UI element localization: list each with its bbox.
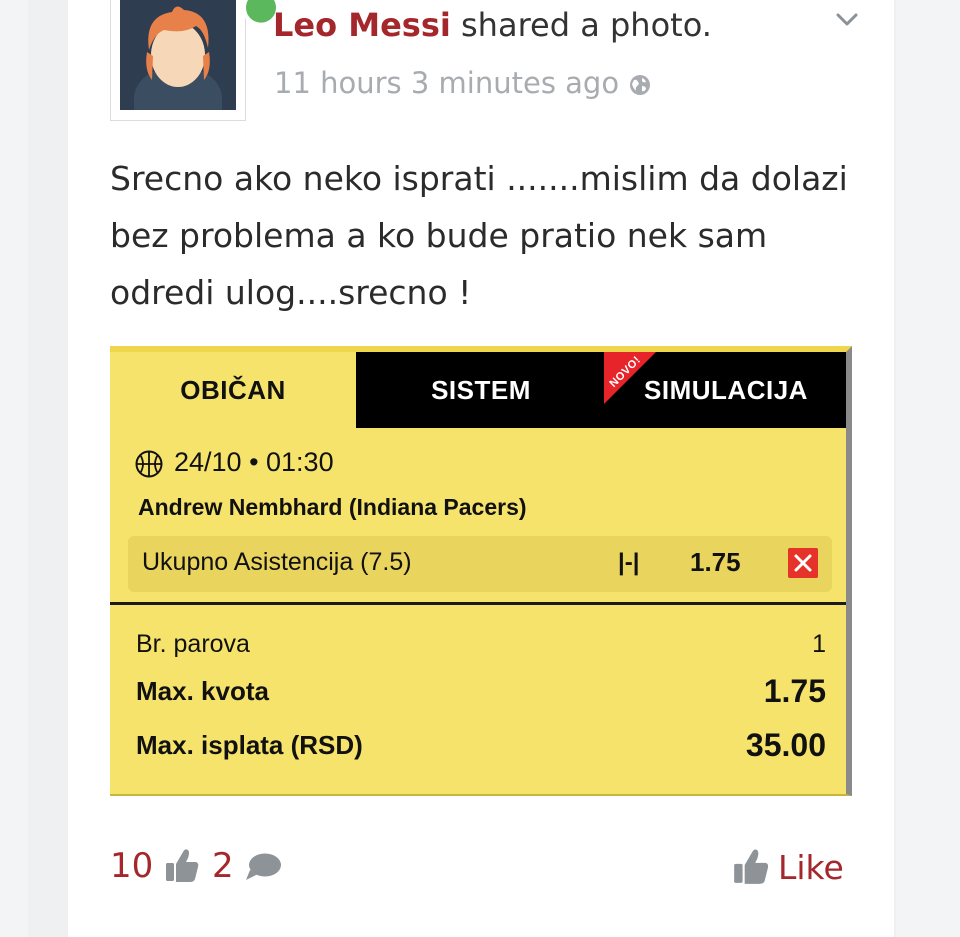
max-odd-value: 1.75 bbox=[763, 673, 826, 709]
tab-sistem[interactable]: SISTEM bbox=[356, 352, 606, 428]
thumbs-up-icon bbox=[734, 849, 769, 884]
page-gutter-left bbox=[0, 0, 28, 937]
thumbs-up-icon bbox=[166, 849, 199, 882]
like-button[interactable]: Like bbox=[732, 844, 844, 888]
author-name[interactable]: Leo Messi bbox=[273, 6, 451, 44]
likes-count[interactable]: 10 bbox=[110, 846, 153, 886]
pick-odd: 1.75 bbox=[690, 547, 741, 577]
pairs-label: Br. parova bbox=[136, 630, 250, 658]
comments-count[interactable]: 2 bbox=[212, 846, 234, 886]
avatar[interactable] bbox=[120, 0, 236, 110]
max-payout-label: Max. isplata (RSD) bbox=[136, 730, 363, 760]
slip-tabs: OBIČAN SISTEM SIMULACIJA NOVO! bbox=[110, 352, 846, 428]
page-gutter-right bbox=[896, 0, 960, 937]
pairs-value: 1 bbox=[812, 630, 826, 658]
post-card: Leo Messi shared a photo. 11 hours 3 min… bbox=[68, 0, 894, 937]
pick-row: Ukupno Asistencija (7.5) |-| 1.75 bbox=[128, 536, 832, 592]
event-datetime: 24/10 • 01:30 bbox=[174, 447, 334, 477]
globe-icon bbox=[630, 75, 650, 95]
event-player: Andrew Nembhard (Indiana Pacers) bbox=[138, 494, 527, 520]
max-payout-value: 35.00 bbox=[745, 727, 826, 763]
post-timestamp[interactable]: 11 hours 3 minutes ago bbox=[274, 66, 619, 100]
slip-divider bbox=[110, 602, 846, 605]
post-body-text: Srecno ako neko isprati .......mislim da… bbox=[110, 159, 848, 312]
max-odd-label: Max. kvota bbox=[136, 676, 269, 706]
post-photo-bet-slip[interactable]: OBIČAN SISTEM SIMULACIJA NOVO! 24/10 • 0… bbox=[110, 346, 852, 796]
post-header: Leo Messi shared a photo. bbox=[273, 6, 712, 44]
close-icon[interactable] bbox=[788, 548, 818, 578]
like-button-label: Like bbox=[778, 848, 844, 887]
post-action-text: shared a photo. bbox=[450, 6, 712, 44]
chevron-down-icon[interactable] bbox=[835, 8, 859, 32]
tab-obican[interactable]: OBIČAN bbox=[110, 352, 356, 428]
comment-icon bbox=[246, 853, 281, 880]
basketball-icon bbox=[135, 450, 163, 478]
pick-market: Ukupno Asistencija (7.5) bbox=[142, 548, 412, 576]
new-badge: NOVO! bbox=[604, 352, 664, 412]
avatar-icon bbox=[120, 0, 236, 110]
pick-type: |-| bbox=[618, 549, 640, 576]
